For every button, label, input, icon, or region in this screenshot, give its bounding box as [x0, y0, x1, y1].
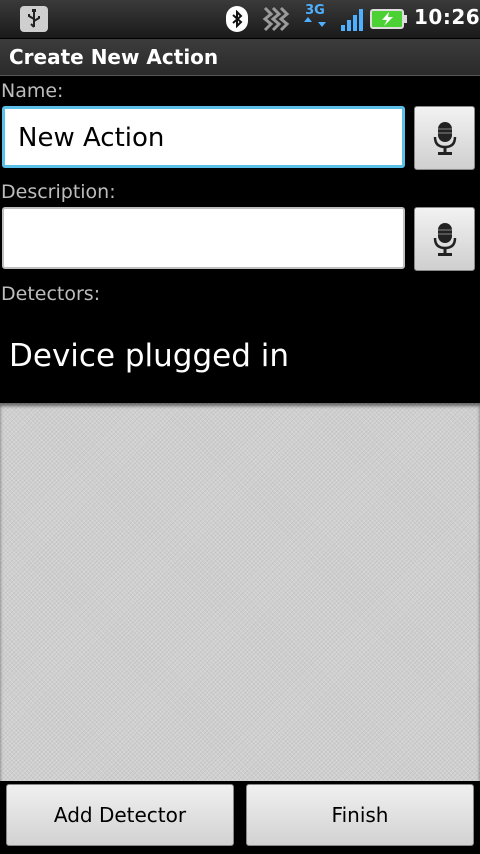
description-voice-input-button[interactable] [414, 207, 475, 271]
detectors-label: Detectors: [1, 283, 101, 305]
finish-button[interactable]: Finish [246, 784, 474, 846]
description-input[interactable] [2, 207, 405, 269]
microphone-icon [433, 223, 457, 256]
bluetooth-icon [226, 6, 248, 32]
name-voice-input-button[interactable] [414, 106, 475, 170]
detector-list-item[interactable]: Device plugged in [9, 338, 289, 374]
add-detector-button[interactable]: Add Detector [6, 784, 234, 846]
title-bar: Create New Action [0, 39, 480, 76]
microphone-icon [433, 122, 457, 155]
empty-list-area [0, 403, 480, 781]
page-title: Create New Action [9, 45, 219, 69]
button-bar: Add Detector Finish [0, 781, 480, 854]
data-activity-icon [262, 6, 290, 36]
network-type-label: 3G [305, 3, 325, 18]
3g-icon: 3G [300, 4, 330, 32]
description-label: Description: [1, 181, 116, 203]
signal-icon [340, 8, 364, 36]
clock: 10:26 [414, 5, 480, 29]
usb-icon [20, 6, 48, 32]
name-label: Name: [1, 80, 64, 102]
status-bar: 3G 10:26 [0, 0, 480, 39]
name-input[interactable]: New Action [2, 106, 405, 168]
battery-charging-icon [370, 9, 408, 33]
